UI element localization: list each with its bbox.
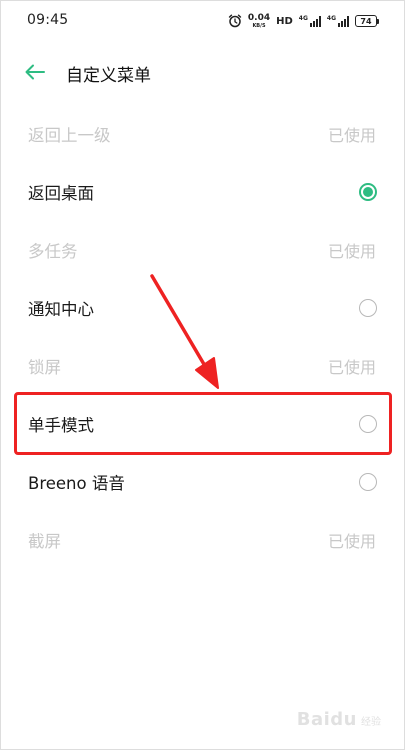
signal-bars-icon [309, 15, 321, 27]
arrow-left-icon [25, 64, 45, 80]
battery-icon: 74 [355, 15, 379, 27]
watermark-logo: Baidu [296, 709, 357, 730]
menu-item-notification-center[interactable]: 通知中心 [0, 279, 405, 337]
menu-item-home[interactable]: 返回桌面 [0, 163, 405, 221]
status-icons: 0.04 KB/S HD 4G 4G 74 [228, 10, 379, 32]
radio-selected-icon[interactable] [359, 183, 377, 201]
status-time: 09:45 [27, 12, 69, 28]
menu-item-label: 返回桌面 [28, 184, 94, 203]
network-speed-value: 0.04 [247, 12, 271, 23]
menu-item-breeno-voice[interactable]: Breeno 语音 [0, 453, 405, 511]
signal-2: 4G [326, 14, 349, 27]
network-speed-unit: KB/S [252, 22, 266, 29]
menu-item-back: 返回上一级 已使用 [0, 105, 405, 163]
menu-item-screenshot: 截屏 已使用 [0, 511, 405, 569]
watermark: Baidu 经验 [297, 709, 381, 730]
back-button[interactable] [22, 60, 48, 84]
menu-item-status: 已使用 [327, 242, 376, 261]
menu-item-label: 锁屏 [28, 358, 61, 377]
network-speed: 0.04 KB/S [247, 12, 271, 29]
menu-item-status: 已使用 [327, 126, 376, 145]
menu-item-label: 截屏 [28, 532, 61, 551]
menu-item-label: 单手模式 [28, 416, 94, 435]
signal-1-label: 4G [298, 14, 308, 22]
watermark-sub: 经验 [361, 717, 381, 728]
menu-item-label: 返回上一级 [28, 126, 111, 145]
menu-list: 返回上一级 已使用 返回桌面 多任务 已使用 通知中心 锁屏 已使用 单手模式 … [0, 105, 405, 569]
menu-item-lock-screen: 锁屏 已使用 [0, 337, 405, 395]
menu-item-label: 多任务 [28, 242, 78, 261]
header: 自定义菜单 [0, 52, 405, 92]
page-title: 自定义菜单 [66, 66, 151, 86]
menu-item-status: 已使用 [327, 358, 376, 377]
menu-item-multitask: 多任务 已使用 [0, 221, 405, 279]
radio-unselected-icon[interactable] [359, 415, 377, 433]
signal-1: 4G [298, 14, 321, 27]
signal-bars-icon [338, 15, 349, 27]
alarm-clock-icon [228, 14, 242, 28]
signal-2-label: 4G [326, 14, 336, 22]
status-bar: 09:45 0.04 KB/S HD 4G 4G 74 [0, 0, 405, 44]
hd-badge: HD [276, 15, 293, 27]
menu-item-one-hand-mode[interactable]: 单手模式 [0, 395, 405, 453]
menu-item-label: 通知中心 [28, 300, 94, 319]
radio-unselected-icon[interactable] [359, 473, 377, 491]
radio-unselected-icon[interactable] [359, 299, 377, 317]
battery-level: 74 [355, 15, 377, 27]
menu-item-status: 已使用 [327, 532, 376, 551]
menu-item-label: Breeno 语音 [28, 474, 125, 493]
